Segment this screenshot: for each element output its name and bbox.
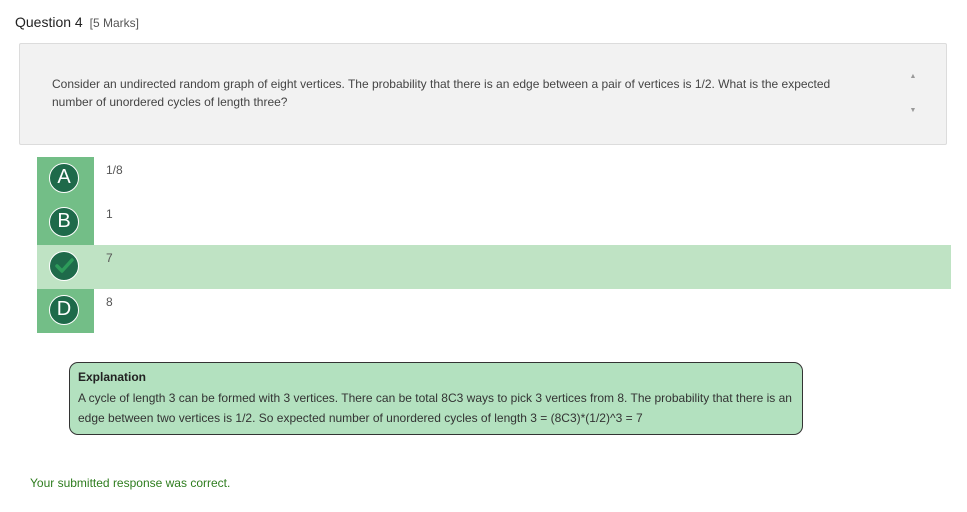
explanation-title: Explanation (78, 370, 147, 384)
explanation-box: Explanation A cycle of length 3 can be f… (69, 362, 803, 435)
triangle-up-icon[interactable]: ▲ (908, 72, 918, 82)
option-a[interactable]: A 1/8 (37, 157, 951, 201)
option-a-badge: A (49, 163, 79, 193)
option-d[interactable]: D 8 (37, 289, 951, 333)
option-b-text: 1 (106, 207, 113, 221)
question-text: Consider an undirected random graph of e… (52, 77, 831, 109)
option-b-badge: B (49, 207, 79, 237)
option-c-text: 7 (106, 251, 113, 265)
question-marks: [5 Marks] (89, 16, 139, 30)
option-a-text: 1/8 (106, 163, 123, 177)
question-header: Question 4 [5 Marks] (15, 14, 139, 30)
check-icon (49, 251, 79, 281)
question-box: Consider an undirected random graph of e… (19, 43, 947, 145)
explanation-body: A cycle of length 3 can be formed with 3… (78, 391, 792, 425)
question-number: Question 4 (15, 14, 83, 30)
triangle-down-icon[interactable]: ▼ (908, 106, 918, 116)
option-c[interactable]: 7 (37, 245, 951, 289)
option-b[interactable]: B 1 (37, 201, 951, 245)
response-feedback: Your submitted response was correct. (30, 476, 231, 490)
option-d-text: 8 (106, 295, 113, 309)
option-d-badge: D (49, 295, 79, 325)
